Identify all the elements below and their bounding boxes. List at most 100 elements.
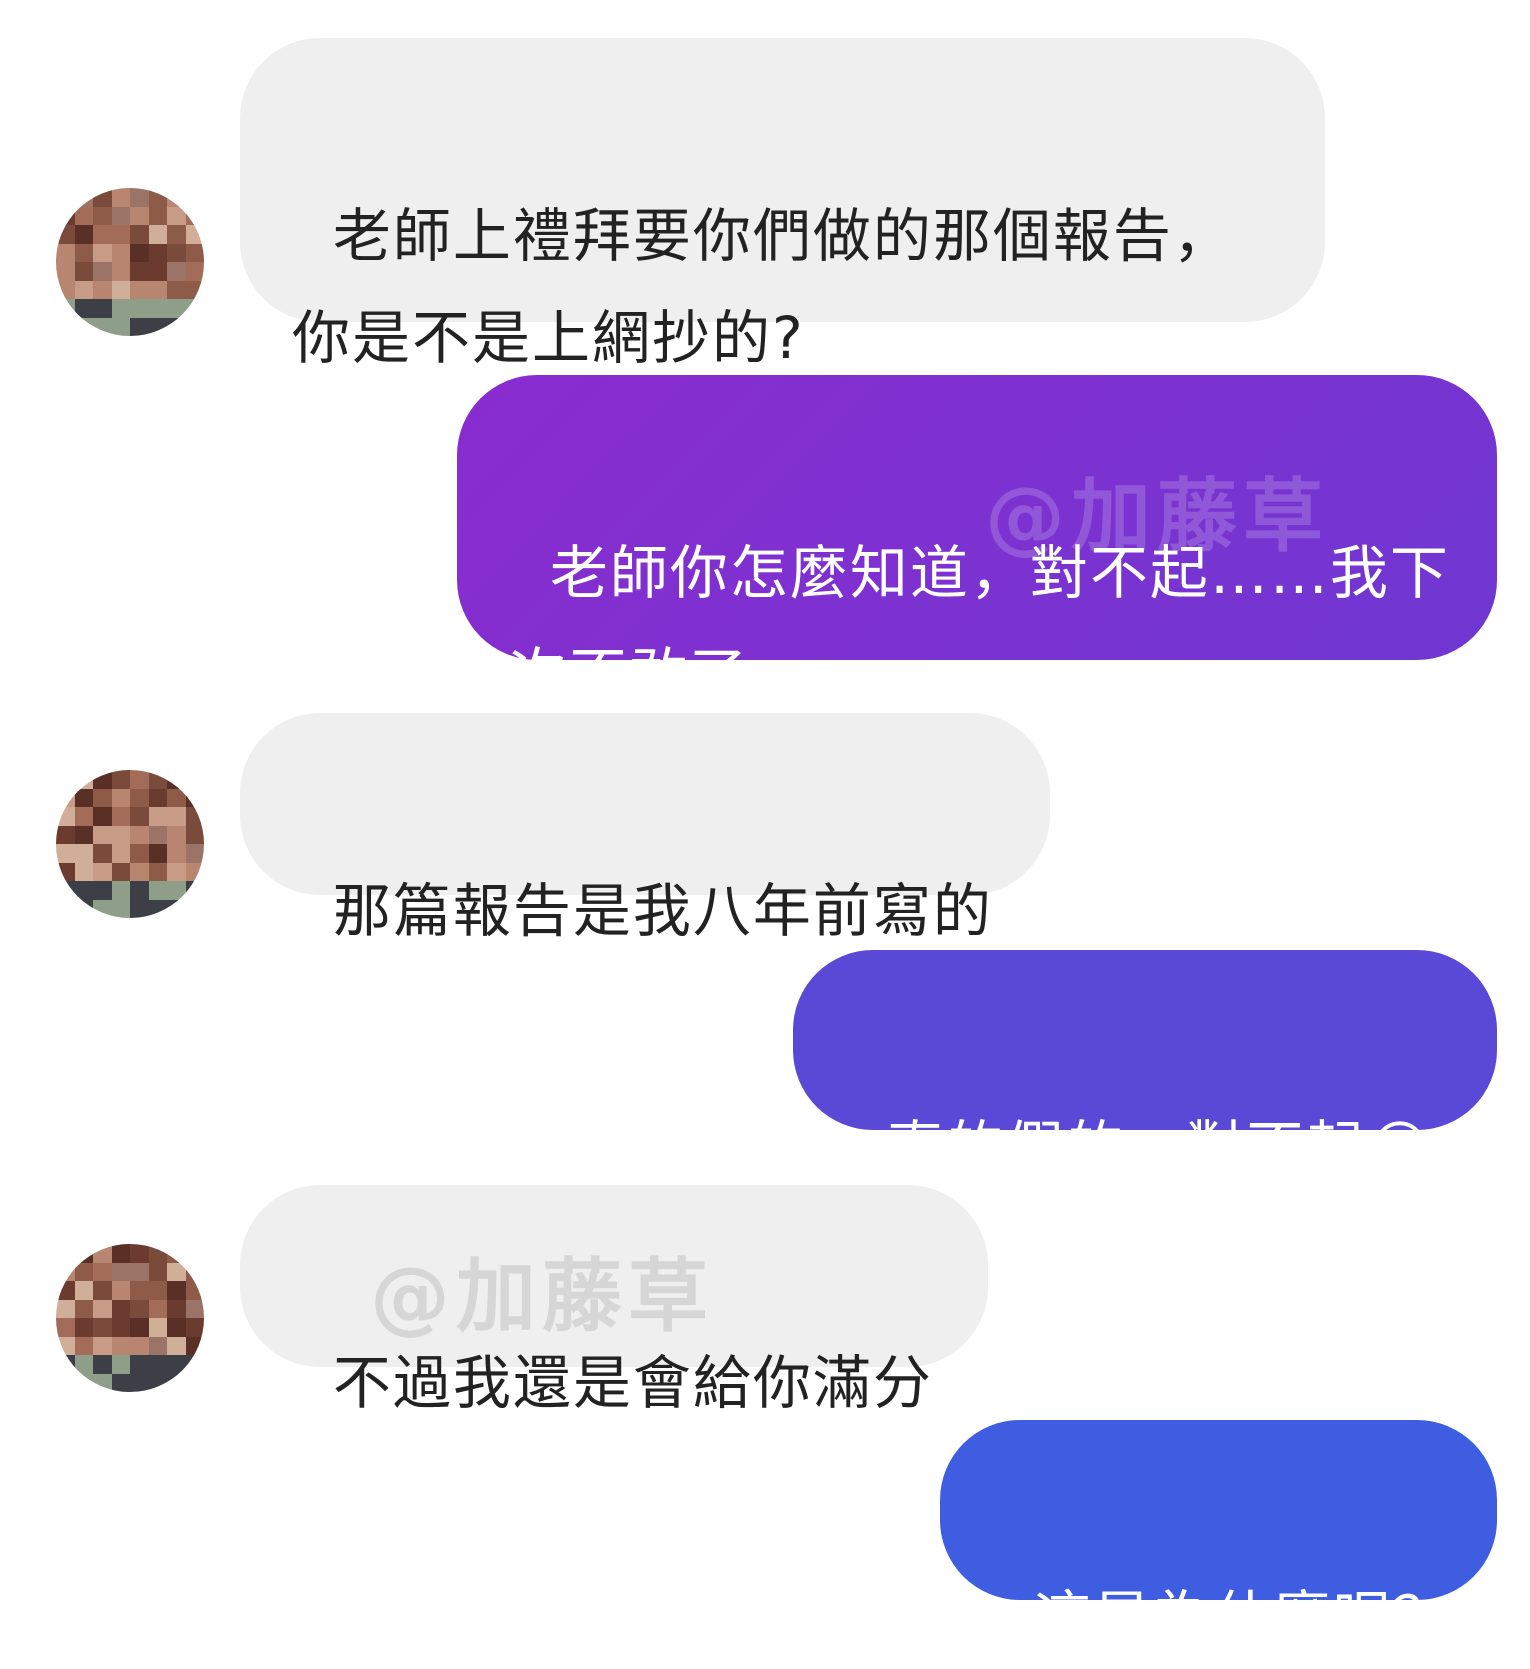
avatar-pixel — [167, 825, 186, 844]
avatar-pixel — [148, 280, 167, 299]
avatar-pixel — [93, 206, 112, 225]
avatar-pixel — [111, 188, 130, 207]
avatar-pixel — [185, 770, 204, 789]
avatar-pixel — [74, 1262, 93, 1281]
avatar-pixel — [167, 188, 186, 207]
message-bubble-incoming: 那篇報告是我八年前寫的 — [240, 713, 1050, 945]
avatar-pixel — [93, 807, 112, 826]
avatar-pixel — [111, 770, 130, 789]
avatar-pixel — [148, 844, 167, 863]
avatar-pixel — [93, 881, 112, 900]
avatar-pixel — [93, 1244, 112, 1263]
avatar-pixel — [111, 1262, 130, 1281]
avatar-pixel — [148, 770, 167, 789]
avatar-pixel — [74, 825, 93, 844]
avatar-pixel — [111, 807, 130, 826]
message-text: 老師上禮拜要你們做的那個報告， 你是不是上網抄的? — [292, 202, 1233, 372]
avatar-pixel — [56, 299, 75, 318]
avatar-pixel — [185, 317, 204, 336]
avatar-pixel — [185, 899, 204, 918]
avatar-pixel — [185, 1355, 204, 1374]
avatar-pixel — [93, 788, 112, 807]
avatar-pixel — [93, 280, 112, 299]
avatar-pixel — [130, 243, 149, 262]
avatar-pixel — [148, 1244, 167, 1263]
avatar-pixel — [56, 770, 75, 789]
avatar-pixel — [74, 280, 93, 299]
avatar-pixel — [74, 299, 93, 318]
avatar-pixel — [56, 1281, 75, 1300]
avatar-pixel — [93, 262, 112, 281]
avatar-pixel — [185, 1336, 204, 1355]
message-text: 那篇報告是我八年前寫的 — [332, 877, 993, 945]
message-text: 不過我還是會給你滿分 — [332, 1349, 933, 1417]
avatar-pixel — [148, 1336, 167, 1355]
avatar-pixel — [93, 243, 112, 262]
avatar-pixel — [111, 844, 130, 863]
avatar-pixel — [56, 225, 75, 244]
avatar-pixel — [130, 1355, 149, 1374]
avatar-pixel — [185, 1262, 204, 1281]
avatar-pixel — [167, 862, 186, 881]
avatar-pixel — [93, 299, 112, 318]
avatar-pixel — [74, 1244, 93, 1263]
avatar-pixel — [56, 862, 75, 881]
avatar-pixel — [111, 899, 130, 918]
avatar-pixel — [111, 1299, 130, 1318]
message-bubble-incoming: 不過我還是會給你滿分 — [240, 1185, 988, 1417]
avatar-pixel — [93, 1262, 112, 1281]
avatar-pixel — [167, 1355, 186, 1374]
message-text: 這是為什麼呢？ — [1032, 1584, 1453, 1652]
avatar-pixel — [185, 280, 204, 299]
avatar-pixel — [74, 881, 93, 900]
avatar-pixel — [130, 262, 149, 281]
avatar-pixel — [130, 881, 149, 900]
avatar-pixel — [130, 1299, 149, 1318]
avatar[interactable] — [56, 770, 204, 918]
avatar-pixel — [148, 262, 167, 281]
avatar-pixel — [130, 899, 149, 918]
avatar-pixel — [93, 1318, 112, 1337]
avatar-pixel — [93, 770, 112, 789]
avatar-pixel — [111, 825, 130, 844]
avatar-pixel — [167, 1336, 186, 1355]
avatar-pixel — [74, 1355, 93, 1374]
avatar-pixel — [111, 1336, 130, 1355]
avatar-pixel — [74, 1336, 93, 1355]
avatar-pixel — [185, 1373, 204, 1392]
avatar-pixel — [167, 206, 186, 225]
avatar-pixel — [111, 881, 130, 900]
avatar-pixel — [56, 1336, 75, 1355]
avatar-pixel — [111, 243, 130, 262]
avatar-pixel — [56, 881, 75, 900]
avatar-pixel — [148, 188, 167, 207]
avatar-pixel — [185, 243, 204, 262]
avatar-pixel — [130, 1318, 149, 1337]
avatar-pixel — [74, 262, 93, 281]
avatar-pixel — [185, 844, 204, 863]
avatar-pixel — [74, 1373, 93, 1392]
avatar-pixel — [111, 1373, 130, 1392]
avatar-pixel — [130, 788, 149, 807]
avatar-pixel — [93, 1373, 112, 1392]
avatar[interactable] — [56, 1244, 204, 1392]
avatar-pixel — [93, 844, 112, 863]
avatar-pixel — [111, 206, 130, 225]
avatar-pixel — [167, 844, 186, 863]
avatar-pixel — [74, 1318, 93, 1337]
avatar-pixel — [148, 225, 167, 244]
avatar-pixel — [74, 243, 93, 262]
avatar-pixel — [167, 899, 186, 918]
avatar-pixel — [148, 1262, 167, 1281]
avatar-pixel — [167, 262, 186, 281]
avatar-pixel — [167, 1281, 186, 1300]
avatar-pixel — [93, 317, 112, 336]
avatar-pixel — [185, 1318, 204, 1337]
avatar-pixel — [130, 317, 149, 336]
avatar-pixel — [148, 1281, 167, 1300]
message-bubble-outgoing: 老師你怎麼知道，對不起……我下次不敢了…… — [457, 375, 1497, 709]
avatar-pixel — [56, 1262, 75, 1281]
avatar-pixel — [93, 1355, 112, 1374]
avatar-pixel — [74, 862, 93, 881]
avatar[interactable] — [56, 188, 204, 336]
